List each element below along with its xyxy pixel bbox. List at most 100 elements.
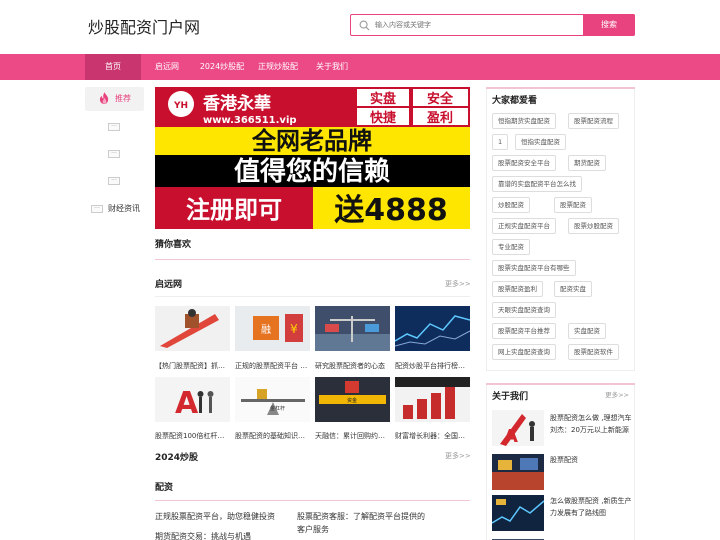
tag[interactable]: 股票配资盈利 [492,281,543,297]
banner-badge: 安全 [427,91,454,107]
site-logo[interactable]: 炒股配资门户网 [88,14,200,38]
tag[interactable]: 恒指实盘配资 [515,134,566,150]
banner-badge: 快捷 [370,110,397,126]
article-thumbnail[interactable] [395,306,470,351]
tag[interactable]: 专业配资 [492,239,530,255]
search-icon [359,20,370,31]
article-title[interactable]: 股票配资的基础知识… [235,431,311,441]
article-title[interactable]: 【热门股票配资】抓… [155,361,231,371]
article-title[interactable]: 正规的股票配资平台 … [235,361,311,371]
popular-box: 大家都爱看 恒指期货实盘配资 股票配资流程 1 恒指实盘配资 股票配资安全平台 … [486,87,635,371]
article-title[interactable]: 财富增长利器：全国… [395,431,471,441]
divider [155,500,470,501]
tag[interactable]: 股票配资软件 [568,344,619,360]
svg-text:YH: YH [173,101,188,111]
ad-banner[interactable]: YH 香港永華 www.366511.vip 实盘 安全 快捷 盈利 全网老品牌… [155,87,470,229]
search-input[interactable] [375,17,580,33]
tag[interactable]: 期货配资 [568,155,606,171]
svg-text:¥: ¥ [290,322,298,336]
nav-home[interactable]: 首页 [85,54,141,80]
article-title[interactable]: 天融信：累计回购约… [315,431,391,441]
about-item[interactable]: 股票配资 [550,454,632,466]
tag[interactable]: 股票实盘配资平台有哪些 [492,260,576,276]
sidebar-item-label: 推荐 [115,94,131,103]
svg-text:金杠杆: 金杠杆 [270,405,285,412]
article-thumbnail[interactable]: 融 ¥ [235,306,310,351]
article-thumbnail[interactable]: 金杠杆 [235,377,310,422]
article-title[interactable]: 股票配资100倍杠杆平… [155,431,231,441]
more-link[interactable]: 更多>> [445,279,471,289]
banner-line3-right: 送4888 [334,193,448,228]
about-item[interactable]: 怎么做股票配资 ,新质生产力发展有了路线图 [550,495,632,519]
fire-icon [99,92,109,104]
tag[interactable]: 配资实盘 [554,281,592,297]
more-link[interactable]: 更多>> [445,451,471,461]
ad-banner-graphic: YH 香港永華 www.366511.vip 实盘 安全 快捷 盈利 全网老品牌… [155,87,470,229]
article-thumbnail[interactable]: A [155,377,230,422]
tag[interactable]: 恒指期货实盘配资 [492,113,556,129]
article-thumbnail[interactable] [155,306,230,351]
guess-title: 猜你喜欢 [155,240,192,250]
about-thumbnail[interactable] [492,536,544,540]
section-title[interactable]: 配资 [155,480,173,493]
sidebar-item-label: 财经资讯 [108,204,140,213]
article-thumbnail[interactable]: 资金 [315,377,390,422]
nav-regular[interactable]: 正规炒股配 [252,54,304,80]
article-link[interactable]: 股票配资客服：了解配资平台提供的 [297,511,425,522]
sidebar-item-placeholder[interactable]: ··· [108,150,120,158]
divider [155,296,470,297]
tag[interactable]: 靠谱的实盘配资平台怎么找 [492,176,582,192]
svg-text:资金: 资金 [347,397,357,404]
banner-badge: 盈利 [426,110,453,126]
tag[interactable]: 实盘配资 [568,323,606,339]
sidebar-item-placeholder[interactable]: ··· [108,123,120,131]
banner-line2: 值得您的信赖 [234,156,390,187]
article-link[interactable]: 期货配资交易：挑战与机遇 [155,531,251,540]
popular-title: 大家都爱看 [492,96,538,106]
box-accent [486,87,635,89]
about-item[interactable]: 股票配资怎么做 ,理想汽车刘杰：20万元以上新能源 [550,412,632,436]
site-header: 炒股配资门户网 搜索 [0,0,720,54]
tag[interactable]: 网上实盘配资查询 [492,344,556,360]
section-title[interactable]: 2024炒股 [155,450,198,463]
search-bar: 搜索 [350,14,635,36]
brand-logo-text: 香港永華 [203,93,271,114]
banner-line1: 全网老品牌 [251,127,372,155]
tag[interactable]: 正规实盘配资平台 [492,218,556,234]
sidebar-item-placeholder[interactable]: ··· [108,177,120,185]
about-thumbnail[interactable]: A [492,410,544,446]
sidebar-item-dots: ··· [91,205,103,213]
article-thumbnail[interactable] [315,306,390,351]
nav-qiyuan[interactable]: 启远网 [145,54,189,80]
article-link[interactable]: 正规股票配资平台，助您稳健投资 [155,511,275,522]
banner-url: www.366511.vip [203,115,297,126]
tag[interactable]: 股票配资流程 [568,113,619,129]
divider [155,259,470,260]
tag[interactable]: 天眼实盘配资查询 [492,302,556,318]
nav-2024[interactable]: 2024炒股配 [196,54,248,80]
more-link[interactable]: 更多>> [605,389,629,399]
article-thumbnail[interactable] [395,377,470,422]
about-thumbnail[interactable] [492,454,544,490]
tag[interactable]: 股票炒股配资 [568,218,619,234]
tag[interactable]: 股票配资平台推荐 [492,323,556,339]
svg-text:A: A [504,426,518,446]
tag[interactable]: 炒股配资 [492,197,530,213]
about-box: 关于我们 更多>> A 股票配资怎么做 ,理想汽车刘杰：20万元以上新能源 股票… [486,383,635,540]
box-accent [486,383,635,385]
article-title[interactable]: 配资炒股平台排行榜… [395,361,471,371]
section-title[interactable]: 启远网 [155,277,182,290]
about-title: 关于我们 [492,392,529,402]
about-thumbnail[interactable] [492,495,544,531]
article-link[interactable]: 客户服务 [297,524,329,535]
tag[interactable]: 1 [492,134,509,150]
banner-badge: 实盘 [370,91,396,107]
tag[interactable]: 股票配资 [554,197,592,213]
nav-about[interactable]: 关于我们 [310,54,354,80]
search-button[interactable]: 搜索 [583,14,635,36]
article-title[interactable]: 研究股票配资者的心态 [315,361,391,371]
svg-text:A: A [175,386,199,421]
tag[interactable]: 股票配资安全平台 [492,155,556,171]
main-nav: 首页 启远网 2024炒股配 正规炒股配 关于我们 [0,54,720,80]
sidebar-item-recommend[interactable]: 推荐 [85,87,144,111]
